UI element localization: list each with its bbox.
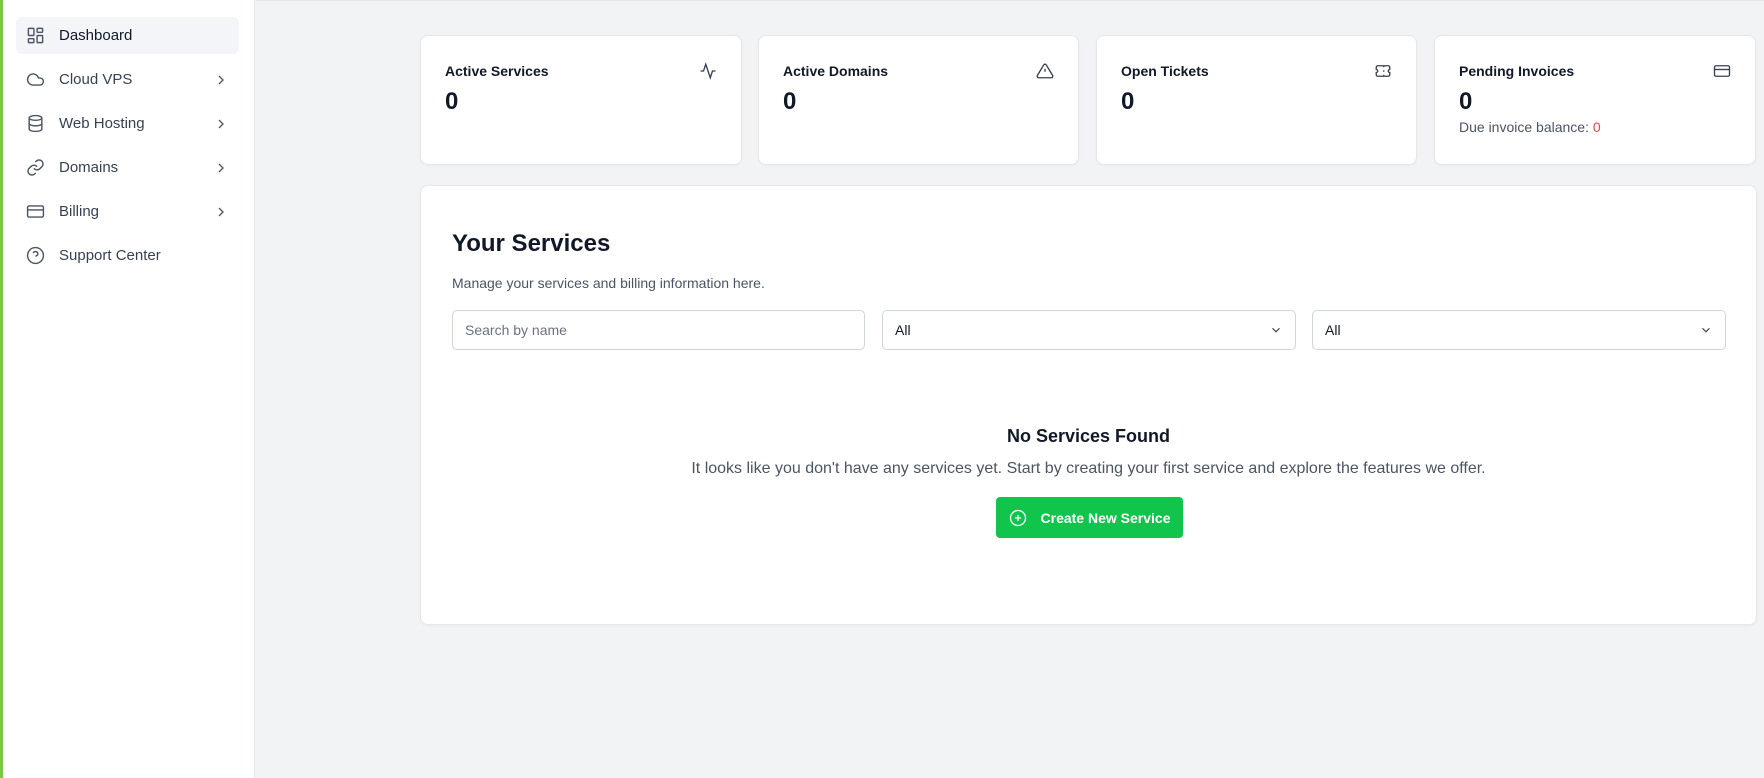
due-invoice-balance: Due invoice balance: 0 — [1459, 119, 1731, 135]
sidebar-item-web-hosting[interactable]: Web Hosting — [16, 105, 239, 142]
filter-select-1[interactable]: All — [882, 310, 1296, 350]
chevron-down-icon — [1699, 323, 1713, 337]
stat-card-open-tickets: Open Tickets 0 — [1096, 35, 1417, 165]
link-icon — [25, 158, 45, 178]
ticket-icon — [1374, 62, 1392, 80]
sidebar-item-label: Billing — [59, 203, 100, 220]
main-content: Active Services 0 Active Domains 0 Open … — [256, 0, 1764, 778]
chevron-right-icon — [213, 72, 229, 88]
sidebar-item-label: Web Hosting — [59, 115, 145, 132]
cloud-icon — [25, 70, 45, 90]
sidebar-item-support-center[interactable]: Support Center — [16, 237, 239, 274]
activity-icon — [699, 62, 717, 80]
services-title: Your Services — [452, 230, 611, 257]
due-invoice-balance-label: Due invoice balance: — [1459, 119, 1589, 135]
stat-card-title: Open Tickets — [1121, 63, 1209, 79]
stat-card-pending-invoices: Pending Invoices 0 Due invoice balance: … — [1434, 35, 1756, 165]
stat-card-active-domains: Active Domains 0 — [758, 35, 1079, 165]
stat-card-value: 0 — [445, 88, 459, 115]
sidebar-item-label: Dashboard — [59, 27, 133, 44]
chevron-down-icon — [1269, 323, 1283, 337]
chevron-right-icon — [213, 204, 229, 220]
stat-card-active-services: Active Services 0 — [420, 35, 742, 165]
due-invoice-balance-value: 0 — [1592, 119, 1601, 135]
help-circle-icon — [25, 246, 45, 266]
sidebar-item-domains[interactable]: Domains — [16, 149, 239, 186]
sidebar: Dashboard Cloud VPS Web Hosting Domains … — [3, 0, 255, 778]
sidebar-item-label: Support Center — [59, 247, 161, 264]
create-new-service-button[interactable]: Create New Service — [996, 497, 1183, 538]
chevron-right-icon — [213, 160, 229, 176]
chevron-right-icon — [213, 116, 229, 132]
filter-select-value: All — [1325, 322, 1341, 338]
stat-card-value: 0 — [783, 88, 797, 115]
sidebar-item-dashboard[interactable]: Dashboard — [16, 17, 239, 54]
sidebar-item-billing[interactable]: Billing — [16, 193, 239, 230]
empty-state-title: No Services Found — [1006, 426, 1171, 446]
filter-select-2[interactable]: All — [1312, 310, 1726, 350]
sidebar-item-cloud-vps[interactable]: Cloud VPS — [16, 61, 239, 98]
credit-card-icon — [25, 202, 45, 222]
plus-circle-icon — [1009, 509, 1027, 527]
stat-card-value: 0 — [1459, 88, 1473, 115]
services-subtitle: Manage your services and billing informa… — [452, 275, 765, 291]
stat-card-title: Active Services — [445, 63, 549, 79]
empty-state-text: It looks like you don't have any service… — [691, 460, 1486, 477]
stat-card-title: Active Domains — [783, 63, 889, 79]
database-icon — [25, 114, 45, 134]
dashboard-grid-icon — [25, 26, 45, 46]
services-panel: Your Services Manage your services and b… — [420, 185, 1757, 625]
filter-select-value: All — [895, 322, 911, 338]
sidebar-item-label: Cloud VPS — [59, 71, 133, 88]
stat-card-title: Pending Invoices — [1459, 63, 1575, 79]
search-input[interactable] — [452, 310, 865, 350]
warning-triangle-icon — [1036, 62, 1054, 80]
create-new-service-label: Create New Service — [1040, 509, 1171, 526]
credit-card-icon — [1713, 62, 1731, 80]
sidebar-item-label: Domains — [59, 159, 119, 176]
stat-card-value: 0 — [1121, 88, 1135, 115]
